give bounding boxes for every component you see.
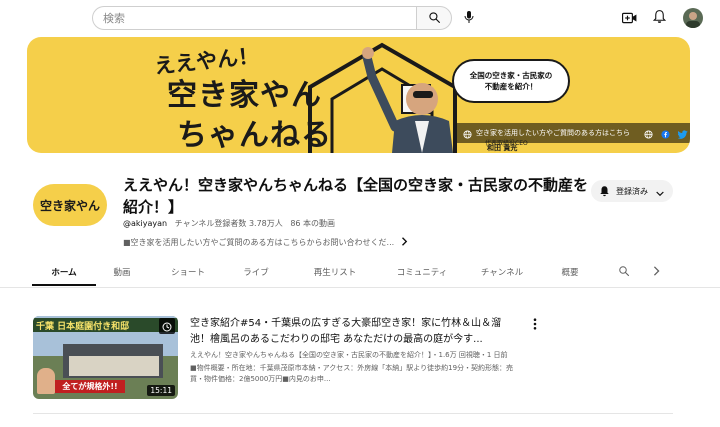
thumbnail-title-band: 千葉 日本庭園付き和邸 <box>33 318 178 332</box>
channel-video-count: 86 本の動画 <box>290 219 336 228</box>
thumbnail-person <box>37 368 55 394</box>
tab-videos[interactable]: 動画 <box>96 258 148 286</box>
tab-shorts[interactable]: ショート <box>158 258 218 286</box>
tab-home[interactable]: ホーム <box>32 258 96 286</box>
top-bar <box>0 0 720 36</box>
video-description: ■物件概要・所在地：千葉県茂原市本納・アクセス：外房線「本納」駅より徒歩約19分… <box>190 364 514 383</box>
create-video-icon <box>621 9 637 28</box>
chevron-down-icon <box>656 182 664 201</box>
channel-meta: @akiyayan チャンネル登録者数 3.78万人 86 本の動画 <box>123 218 335 229</box>
more-vert-icon <box>533 315 537 334</box>
channel-tabs: ホーム 動画 ショート ライブ 再生リスト コミュニティ チャンネル 概要 <box>32 258 682 287</box>
channel-banner: ええやん！ 空き家やん ちゃんねる 全国の空き家・古民家の 不動産を紹介！ 空き… <box>27 37 690 153</box>
section-divider <box>33 413 673 414</box>
tab-community[interactable]: コミュニティ <box>382 258 462 286</box>
search-input[interactable] <box>93 7 416 30</box>
channel-subscribers: チャンネル登録者数 3.78万人 <box>174 219 283 228</box>
banner-link-text[interactable]: 空き家を活用したい方やご質問のある方はこちら <box>476 128 630 138</box>
search-box[interactable] <box>92 6 416 30</box>
tabs-divider <box>0 287 720 288</box>
chevron-right-icon <box>653 265 660 279</box>
channel-description[interactable]: ■空き家を活用したい方やご質問のある方はこちらからお問い合わせくだ... <box>123 237 408 248</box>
account-avatar[interactable] <box>683 8 703 28</box>
banner-speech-text: 全国の空き家・古民家の 不動産を紹介！ <box>469 71 553 91</box>
video-meta: ええやん！空き家やんちゃんねる【全国の空き家・古民家の不動産を紹介！】・1.6万… <box>190 351 508 359</box>
tabs-scroll-right[interactable] <box>646 258 666 286</box>
search-icon <box>428 9 441 28</box>
facebook-icon[interactable] <box>661 124 670 143</box>
video-duration: 15:11 <box>147 385 175 396</box>
banner-headline-line1: 空き家やん <box>167 78 322 113</box>
channel-avatar-text: 空き家やん <box>39 198 100 213</box>
search-button[interactable] <box>416 6 452 30</box>
banner-speech-bubble: 全国の空き家・古民家の 不動産を紹介！ <box>452 59 570 103</box>
search-icon <box>618 265 630 280</box>
video-thumbnail[interactable]: 千葉 日本庭園付き和邸 全てが規格外!! 15:11 <box>33 316 178 399</box>
tab-live[interactable]: ライブ <box>228 258 284 286</box>
active-tab-indicator <box>32 284 96 286</box>
video-menu-button[interactable] <box>528 316 542 332</box>
watch-later-button[interactable] <box>159 318 175 334</box>
channel-title: ええやん！空き家やんちゃんねる【全国の空き家・古民家の不動産を紹介！】 <box>123 176 589 216</box>
subscribe-label: 登録済み <box>616 186 648 196</box>
clock-icon <box>162 317 172 336</box>
notifications-button[interactable] <box>648 7 670 29</box>
tab-channels[interactable]: チャンネル <box>472 258 532 286</box>
create-button[interactable] <box>618 7 640 29</box>
banner-person-name: 和田 貴光 <box>487 144 518 152</box>
tab-about[interactable]: 概要 <box>548 258 592 286</box>
twitter-icon[interactable] <box>677 124 688 143</box>
tab-playlists[interactable]: 再生リスト <box>298 258 372 286</box>
thumbnail-bottom-text: 全てが規格外!! <box>62 382 118 391</box>
channel-description-text[interactable]: ■空き家を活用したい方やご質問のある方はこちらからお問い合わせくだ... <box>123 237 394 248</box>
bell-icon <box>599 182 610 201</box>
thumbnail-house-front <box>69 356 159 376</box>
thumbnail-title-text: 千葉 日本庭園付き和邸 <box>36 321 130 332</box>
subscribe-button[interactable]: 登録済み <box>591 180 673 202</box>
video-title[interactable]: 空き家紹介#54・千葉県の広すぎる大豪邸空き家！家に竹林＆山＆溜池！檜風呂のある… <box>190 316 520 348</box>
globe-icon <box>463 124 472 143</box>
voice-search-button[interactable] <box>458 7 480 29</box>
chevron-right-icon <box>400 237 408 248</box>
tab-search[interactable] <box>612 258 636 286</box>
notifications-icon <box>652 9 666 28</box>
globe-icon[interactable] <box>644 124 653 143</box>
banner-headline-line2: ちゃんねる <box>177 118 332 153</box>
thumbnail-bottom-band: 全てが規格外!! <box>55 380 125 393</box>
mic-icon <box>463 9 475 28</box>
channel-handle: @akiyayan <box>123 219 168 228</box>
channel-avatar[interactable]: 空き家やん <box>33 184 107 226</box>
